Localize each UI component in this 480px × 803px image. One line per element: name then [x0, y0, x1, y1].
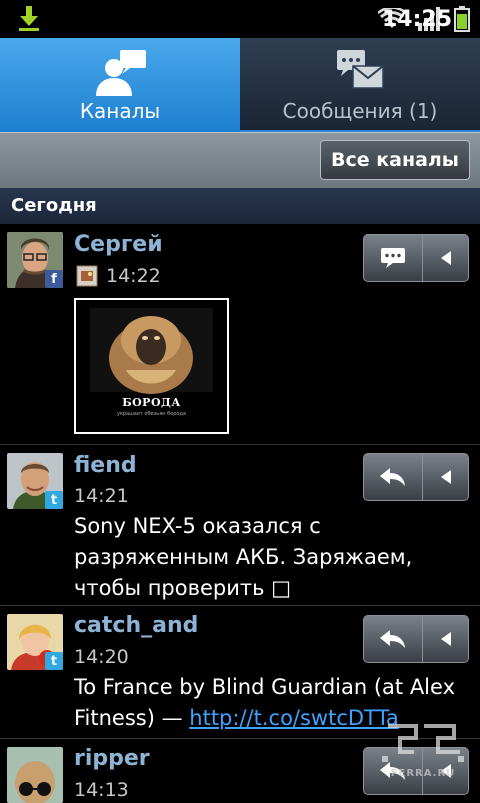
facebook-icon: f	[45, 270, 63, 288]
watermark: FERRA.RU	[378, 722, 468, 782]
twitter-icon: t	[45, 491, 63, 509]
image-subcaption: украшает обезьян борода	[116, 411, 187, 417]
ferra-logo-icon	[382, 724, 464, 762]
expand-button[interactable]	[423, 615, 469, 663]
author-name[interactable]: catch_and	[74, 613, 198, 638]
item-actions	[363, 234, 469, 282]
reply-icon	[380, 468, 405, 486]
emoji-glyph: □	[271, 576, 292, 600]
comment-icon	[381, 248, 405, 268]
post-time: 14:13	[74, 779, 129, 801]
reply-button[interactable]	[363, 453, 423, 501]
reply-button[interactable]	[363, 615, 423, 663]
battery-icon	[454, 6, 470, 32]
author-name[interactable]: Сергей	[74, 232, 163, 257]
comment-button[interactable]	[363, 234, 423, 282]
channels-icon	[96, 50, 146, 96]
tab-messages[interactable]: Сообщения (1)	[240, 38, 480, 132]
messages-icon	[337, 50, 384, 89]
author-name[interactable]: ripper	[74, 746, 150, 771]
item-actions	[363, 615, 469, 663]
status-bar: 14:25	[0, 0, 480, 38]
section-header: Сегодня	[0, 188, 480, 224]
avatar[interactable]	[7, 747, 63, 803]
author-name[interactable]: fiend	[74, 453, 137, 478]
arrow-left-icon	[440, 251, 451, 265]
photo-icon	[76, 265, 98, 287]
feed-item[interactable]: t catch_and 14:20 To France by Blind Gua…	[0, 606, 480, 739]
post-link[interactable]: http://t.co/swtcDTTa	[189, 706, 398, 730]
feed-item[interactable]: f Сергей 14:22 БОРОДА украшает обезьян б…	[0, 224, 480, 445]
watermark-text: FERRA.RU	[390, 768, 456, 779]
tab-channels[interactable]: Каналы	[0, 38, 240, 132]
all-channels-button[interactable]: Все каналы	[320, 140, 470, 180]
post-image[interactable]: БОРОДА украшает обезьян борода	[74, 298, 229, 434]
reply-icon	[380, 630, 405, 648]
post-time: 14:22	[106, 265, 161, 287]
tab-bar: Каналы Сообщения (1)	[0, 38, 480, 132]
post-text-body: Sony NEX-5 оказался с разряженным АКБ. З…	[74, 514, 413, 600]
post-text: Sony NEX-5 оказался с разряженным АКБ. З…	[74, 511, 474, 604]
feed-item[interactable]: t fiend 14:21 Sony NEX-5 оказался с разр…	[0, 445, 480, 606]
status-time: 14:25	[382, 6, 453, 32]
post-time: 14:21	[74, 485, 129, 507]
expand-button[interactable]	[423, 234, 469, 282]
tab-channels-label: Каналы	[79, 99, 161, 123]
tab-messages-label: Сообщения (1)	[282, 99, 438, 123]
avatar-image	[7, 747, 63, 803]
section-title: Сегодня	[11, 195, 97, 216]
post-time: 14:20	[74, 646, 129, 668]
filter-bar: Все каналы	[0, 132, 480, 188]
download-icon	[19, 6, 39, 31]
image-caption: БОРОДА	[122, 396, 181, 409]
expand-button[interactable]	[423, 453, 469, 501]
item-actions	[363, 453, 469, 501]
arrow-left-icon	[440, 632, 451, 646]
twitter-icon: t	[45, 652, 63, 670]
arrow-left-icon	[440, 470, 451, 484]
